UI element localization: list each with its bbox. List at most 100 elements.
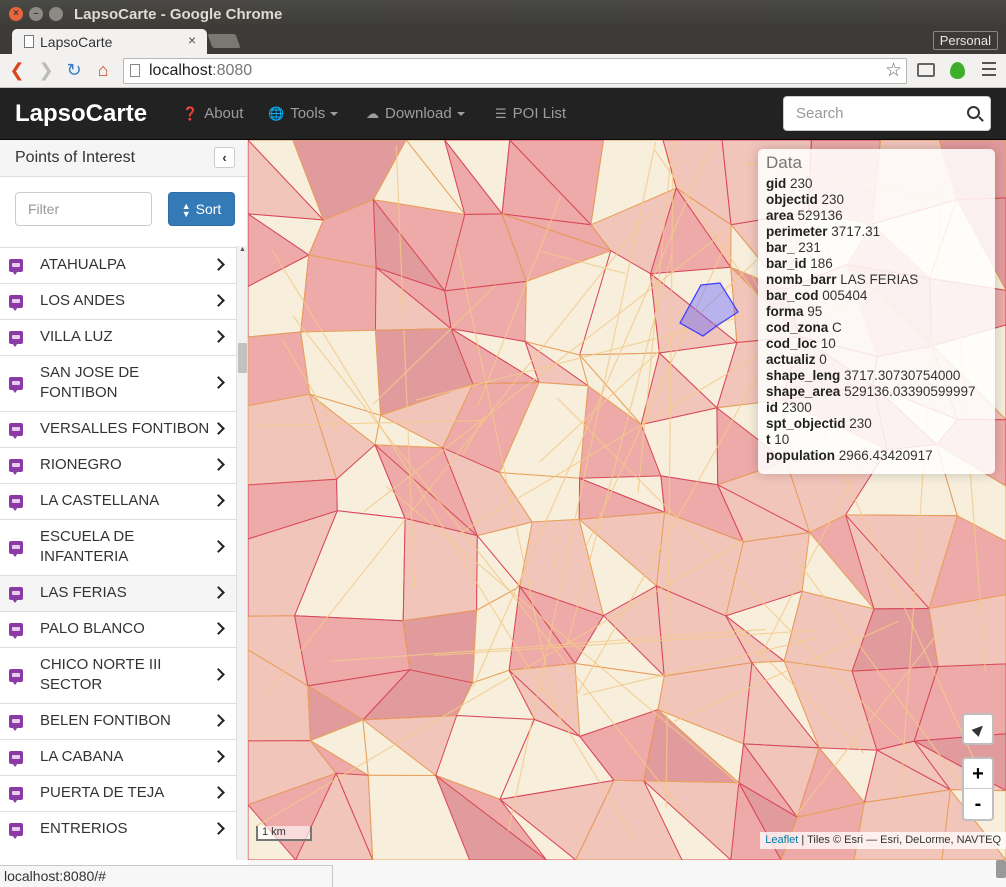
nav-about-label: About: [204, 105, 244, 122]
url-host: localhost: [149, 62, 213, 79]
data-row: shape_leng 3717.30730754000: [766, 368, 987, 384]
map-scale-bar: 1 km: [256, 826, 312, 841]
home-icon[interactable]: ⌂: [92, 59, 114, 81]
data-value: 230: [821, 192, 845, 207]
data-key: forma: [766, 304, 804, 319]
poi-item-label: ENTRERIOS: [40, 820, 128, 837]
data-row: objectid 230: [766, 192, 987, 208]
nav-download[interactable]: ☁ Download: [366, 105, 465, 122]
data-key: gid: [766, 176, 787, 191]
poi-item-label: CHICO NORTE III SECTOR: [40, 656, 162, 693]
search-icon[interactable]: [967, 106, 980, 119]
poi-list-item[interactable]: LOS ANDES: [0, 283, 236, 319]
poi-marker-icon: [9, 294, 23, 311]
chevron-right-icon: [212, 785, 225, 799]
nav-download-label: Download: [385, 105, 452, 122]
sidebar-scrollbar[interactable]: ▲: [236, 246, 247, 870]
chevron-right-icon: [212, 421, 225, 435]
tab-close-icon[interactable]: ×: [188, 32, 196, 48]
poi-list-item[interactable]: PALO BLANCO: [0, 611, 236, 647]
poi-list-item[interactable]: PUERTA DE TEJA: [0, 775, 236, 811]
map-view[interactable]: Data gid 230 objectid 230 area 529136 perim…: [248, 140, 1006, 860]
poi-list-item[interactable]: VILLA LUZ: [0, 319, 236, 355]
poi-marker-icon: [9, 786, 23, 803]
chevron-down-icon: [330, 112, 339, 117]
sidebar-header: Points of Interest ‹: [0, 140, 247, 177]
scrollbar-thumb[interactable]: [238, 343, 247, 373]
bookmark-star-icon[interactable]: ☆: [885, 59, 902, 82]
data-value: 230: [790, 176, 813, 191]
map-attribution: Leaflet | Tiles © Esri — Esri, DeLorme, …: [760, 832, 1006, 849]
address-bar[interactable]: localhost:8080 ☆: [123, 58, 907, 84]
poi-item-label: SAN JOSE DE FONTIBON: [40, 364, 140, 401]
window-maximize-button[interactable]: [49, 7, 63, 21]
window-minimize-button[interactable]: –: [29, 7, 43, 21]
nav-about[interactable]: ❓ About: [182, 105, 243, 122]
poi-list-item[interactable]: SAN JOSE DE FONTIBON: [0, 355, 236, 411]
data-row: bar_id 186: [766, 256, 987, 272]
app-brand[interactable]: LapsoCarte: [15, 100, 147, 128]
page-icon: [24, 35, 34, 48]
poi-list-item[interactable]: BELEN FONTIBON: [0, 703, 236, 739]
poi-item-label: VERSALLES FONTIBON: [40, 420, 210, 437]
zoom-in-button[interactable]: +: [964, 759, 992, 789]
nav-tools[interactable]: 🌐 Tools: [268, 105, 339, 122]
poi-marker-icon: [9, 622, 23, 639]
data-value: 2300: [781, 400, 812, 415]
poi-list-item[interactable]: LA CASTELLANA: [0, 483, 236, 519]
data-key: cod_zona: [766, 320, 829, 335]
sort-icon: ▲ ▼: [181, 201, 191, 220]
reload-icon[interactable]: ↻: [63, 59, 85, 81]
data-row: actualiz 0: [766, 352, 987, 368]
data-row: perimeter 3717.31: [766, 224, 987, 240]
poi-marker-icon: [9, 494, 23, 511]
profile-button[interactable]: Personal: [932, 31, 998, 50]
data-value: 95: [807, 304, 823, 319]
nav-poi-list[interactable]: ☰ POI List: [495, 105, 566, 122]
data-value: 2966.43420917: [838, 448, 933, 463]
cast-icon[interactable]: [917, 63, 935, 77]
browser-tab[interactable]: LapsoCarte ×: [12, 29, 207, 54]
forward-icon[interactable]: ❯: [35, 59, 57, 81]
poi-list-item[interactable]: CHICO NORTE III SECTOR: [0, 647, 236, 703]
extension-icon[interactable]: [950, 62, 965, 79]
chevron-right-icon: [212, 821, 225, 835]
chevron-right-icon: [212, 621, 225, 635]
list-icon: ☰: [495, 106, 507, 121]
zoom-out-button[interactable]: -: [964, 789, 992, 819]
poi-list-item[interactable]: LA CABANA: [0, 739, 236, 775]
location-arrow-icon: [971, 722, 987, 737]
locate-button[interactable]: [962, 713, 994, 745]
leaflet-link[interactable]: Leaflet: [765, 834, 798, 846]
data-row: forma 95: [766, 304, 987, 320]
data-key: perimeter: [766, 224, 828, 239]
map-horizontal-scrollbar[interactable]: [248, 860, 1006, 887]
poi-list-item[interactable]: VERSALLES FONTIBON: [0, 411, 236, 447]
poi-list-item[interactable]: ENTRERIOS: [0, 811, 236, 847]
data-key: id: [766, 400, 778, 415]
search-input[interactable]: [784, 97, 964, 130]
app-navbar: LapsoCarte ❓ About 🌐 Tools ☁ Download ☰ POI …: [0, 88, 1006, 140]
window-close-button[interactable]: ×: [9, 7, 23, 21]
sort-button[interactable]: ▲ ▼ Sort: [168, 192, 235, 226]
scroll-up-icon[interactable]: ▲: [239, 246, 246, 253]
chrome-menu-icon[interactable]: [982, 62, 996, 78]
poi-list-item[interactable]: ESCUELA DE INFANTERIA: [0, 519, 236, 575]
new-tab-button[interactable]: [207, 34, 241, 48]
tab-title: LapsoCarte: [40, 34, 113, 50]
poi-list-item[interactable]: ATAHUALPA: [0, 247, 236, 283]
chevron-left-icon: ‹: [222, 150, 227, 165]
poi-item-label: LA CABANA: [40, 748, 124, 765]
scrollbar-thumb[interactable]: [996, 860, 1006, 878]
page-info-icon[interactable]: [130, 64, 140, 77]
url-text[interactable]: localhost:8080: [149, 62, 252, 80]
poi-item-label: LAS FERIAS: [40, 584, 127, 601]
question-circle-icon: ❓: [182, 106, 199, 121]
back-icon[interactable]: ❮: [6, 59, 28, 81]
poi-list-item[interactable]: LAS FERIAS: [0, 575, 236, 611]
poi-list-item[interactable]: RIONEGRO: [0, 447, 236, 483]
globe-icon: 🌐: [268, 106, 285, 121]
poi-marker-icon: [9, 376, 23, 393]
sidebar-collapse-button[interactable]: ‹: [214, 147, 235, 168]
filter-input[interactable]: [15, 192, 152, 226]
